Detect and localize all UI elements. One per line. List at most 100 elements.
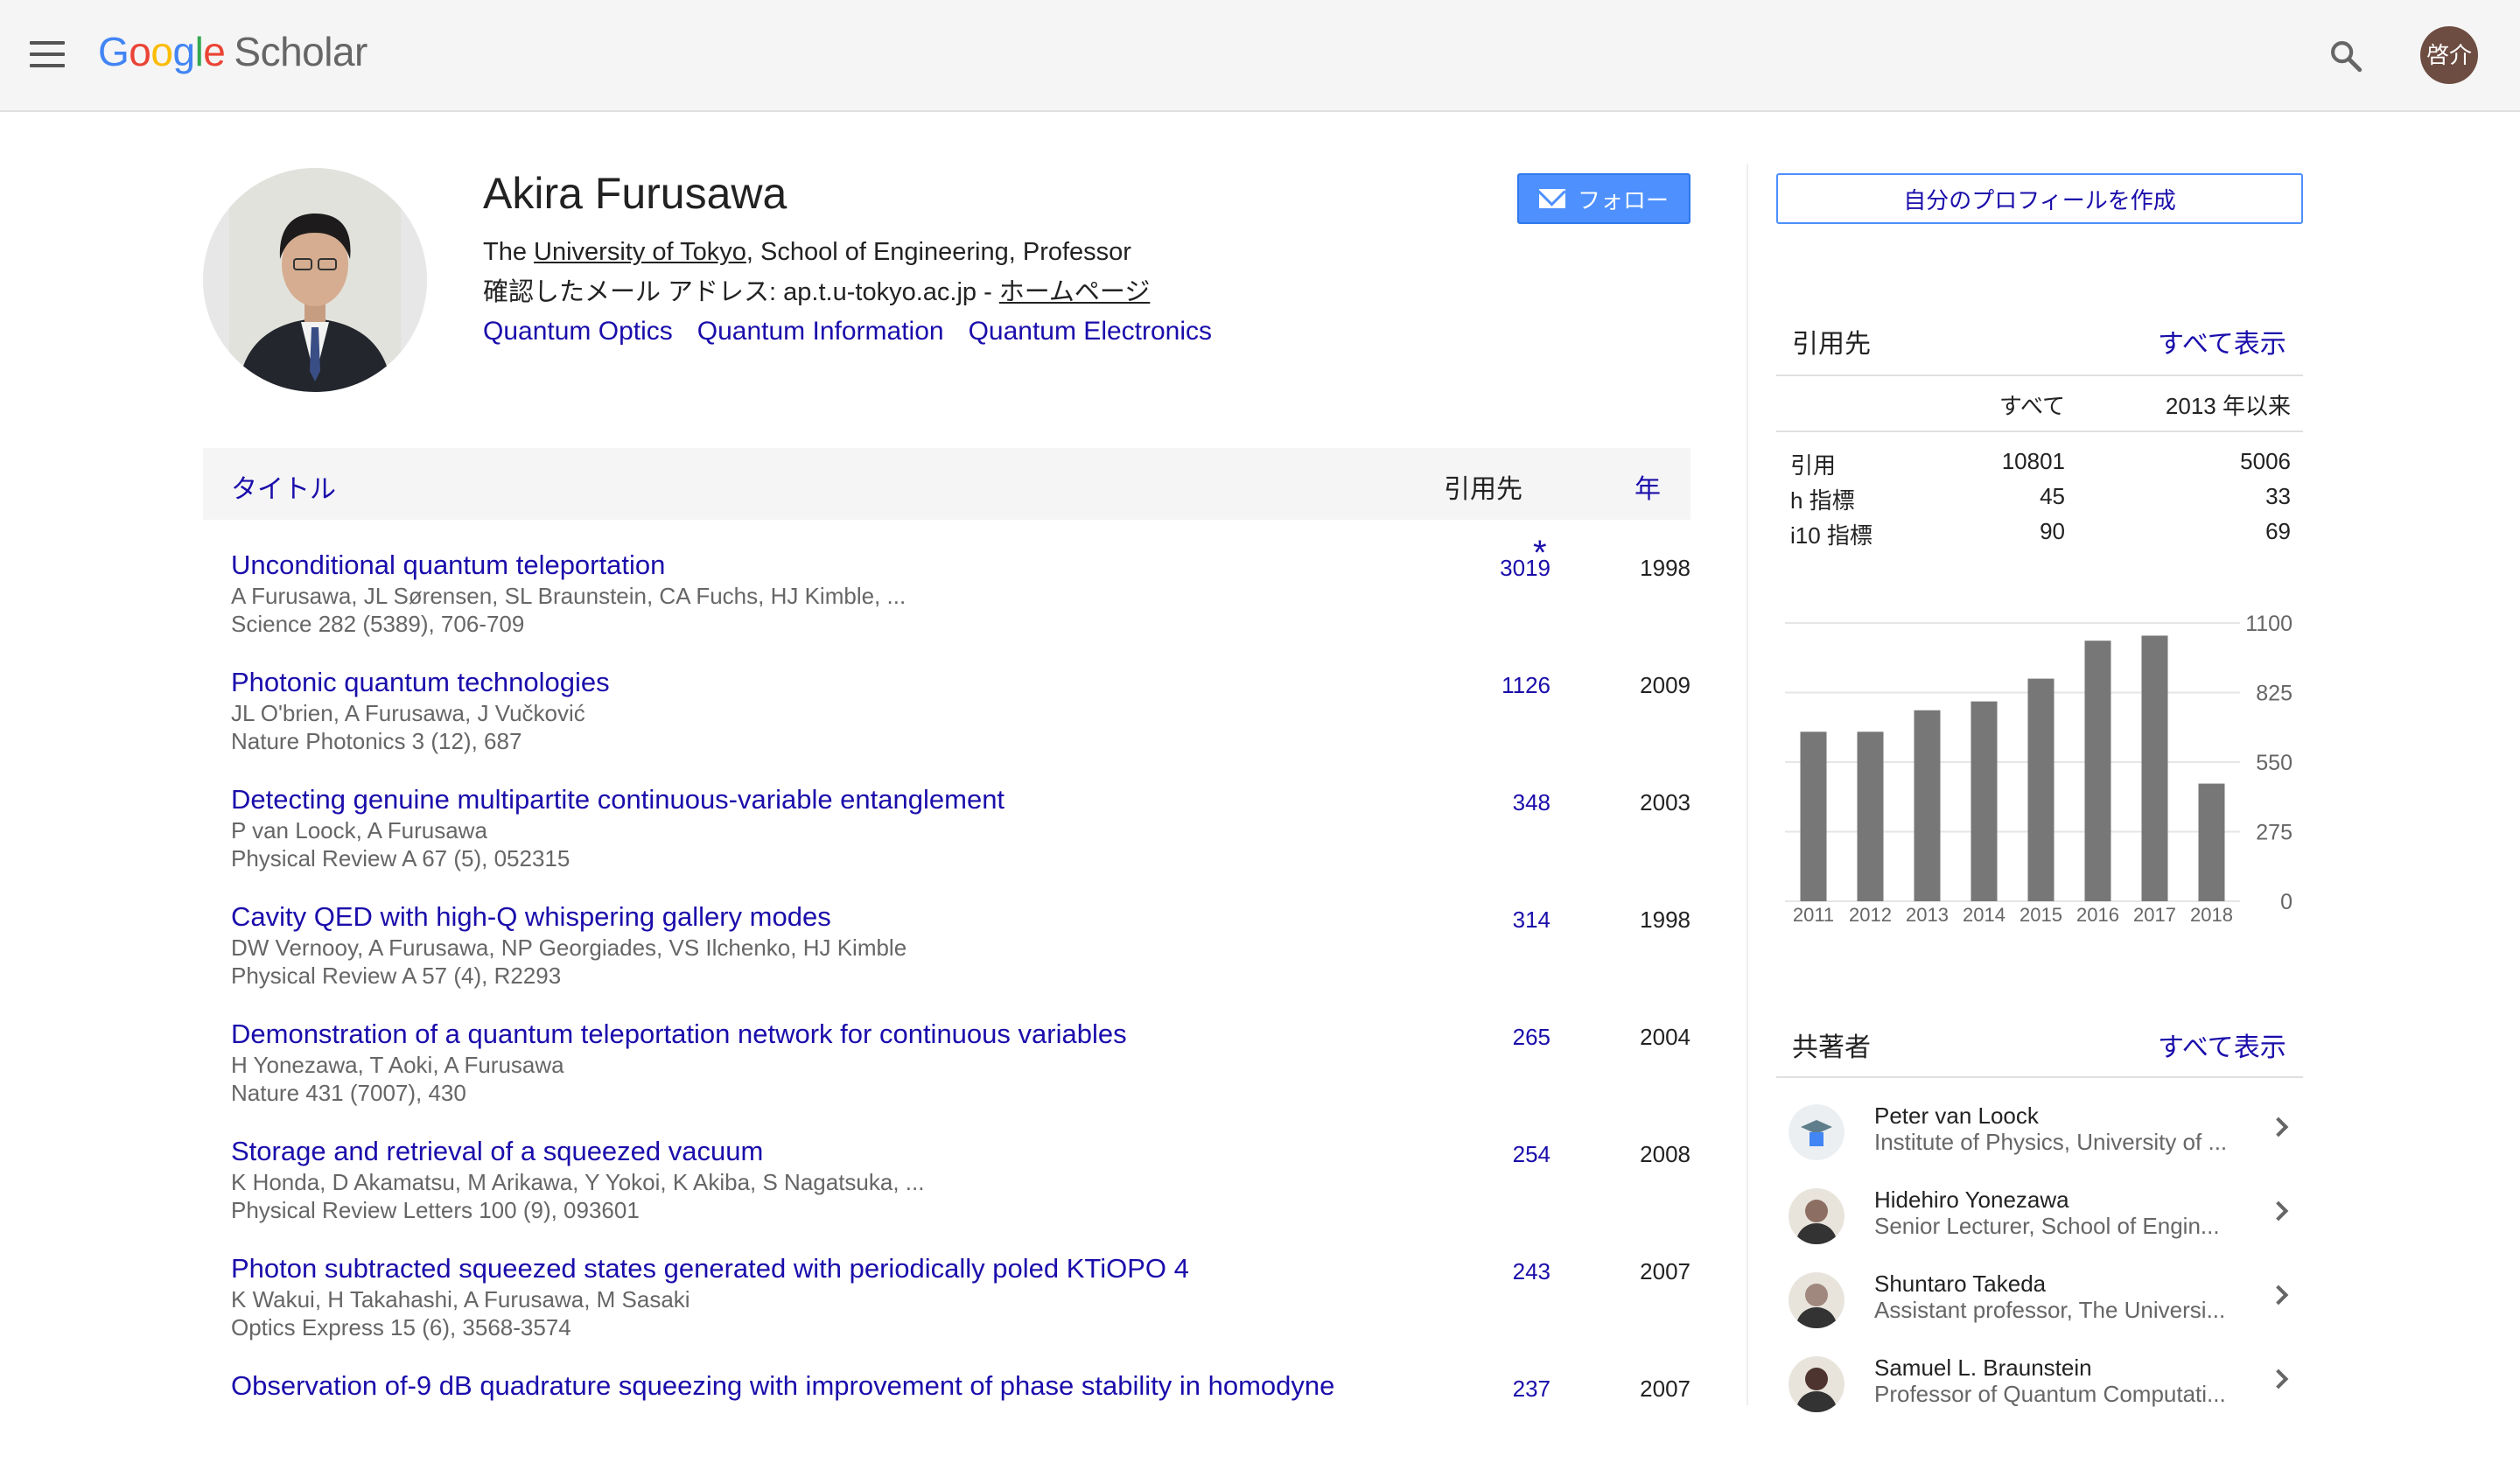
profile-affiliation: The University of Tokyo, School of Engin… bbox=[483, 238, 1131, 266]
publication-title-link[interactable]: Cavity QED with high-Q whispering galler… bbox=[231, 901, 831, 933]
publication-title-link[interactable]: Demonstration of a quantum teleportation… bbox=[231, 1018, 1127, 1050]
default-avatar-icon bbox=[1788, 1104, 1844, 1160]
chevron-right-icon bbox=[2268, 1284, 2289, 1306]
sort-by-title[interactable]: タイトル bbox=[231, 467, 336, 506]
publication-authors: K Honda, D Akamatsu, M Arikawa, Y Yokoi,… bbox=[231, 1169, 925, 1195]
metric-value-since: 5006 bbox=[2240, 448, 2291, 474]
x-tick-label: 2018 bbox=[2190, 904, 2233, 926]
publication-title-link[interactable]: Storage and retrieval of a squeezed vacu… bbox=[231, 1136, 763, 1167]
publication-venue: Nature Photonics 3 (12), 687 bbox=[231, 728, 522, 754]
table-row: Cavity QED with high-Q whispering galler… bbox=[203, 898, 1690, 1015]
coauthor-item[interactable]: Hidehiro Yonezawa Senior Lecturer, School… bbox=[1776, 1176, 2303, 1260]
chart-bar[interactable] bbox=[1914, 710, 1941, 901]
profile-email: 確認したメール アドレス: ap.t.u-tokyo.ac.jp - ホームペー… bbox=[483, 278, 1151, 306]
profile-photo bbox=[203, 168, 427, 392]
x-tick-label: 2017 bbox=[2133, 904, 2176, 926]
publication-venue: Nature 431 (7007), 430 bbox=[231, 1080, 466, 1106]
create-profile-button[interactable]: 自分のプロフィールを作成 bbox=[1776, 173, 2303, 224]
publication-venue: Science 282 (5389), 706-709 bbox=[231, 611, 525, 637]
interest-link[interactable]: Quantum Information bbox=[697, 317, 944, 346]
coauthor-item[interactable]: Samuel L. Braunstein Professor of Quantum… bbox=[1776, 1344, 2303, 1428]
publication-title-link[interactable]: Unconditional quantum teleportation bbox=[231, 550, 665, 581]
table-row: Detecting genuine multipartite continuou… bbox=[203, 780, 1690, 898]
cited-by-header: 引用先 bbox=[1444, 475, 1522, 504]
metric-label: 引用 bbox=[1790, 452, 1837, 479]
publication-venue: Physical Review Letters 100 (9), 093601 bbox=[231, 1197, 640, 1223]
col-header-since: 2013 年以来 bbox=[2165, 393, 2291, 419]
divider bbox=[1776, 1076, 2303, 1078]
publication-title-link[interactable]: Observation of-9 dB quadrature squeezing… bbox=[231, 1370, 1334, 1402]
interest-link[interactable]: Quantum Optics bbox=[483, 317, 673, 346]
menu-icon[interactable] bbox=[30, 41, 65, 67]
y-tick-label: 1100 bbox=[2245, 612, 2292, 636]
coauthor-item[interactable]: Peter van Loock Institute of Physics, Uni… bbox=[1776, 1092, 2303, 1176]
chart-bar[interactable] bbox=[1857, 732, 1884, 901]
y-tick-label: 825 bbox=[2256, 682, 2292, 706]
publication-authors: A Furusawa, JL Sørensen, SL Braunstein, … bbox=[231, 583, 906, 609]
table-row: Storage and retrieval of a squeezed vacu… bbox=[203, 1132, 1690, 1250]
metric-value-since: 33 bbox=[2265, 483, 2291, 509]
publication-title-link[interactable]: Photon subtracted squeezed states genera… bbox=[231, 1253, 1189, 1284]
x-tick-label: 2011 bbox=[1793, 904, 1834, 926]
sort-by-year[interactable]: 年 bbox=[1634, 467, 1661, 506]
research-interests: Quantum Optics Quantum Information Quantum… bbox=[483, 317, 1236, 346]
homepage-link[interactable]: ホームページ bbox=[999, 278, 1151, 306]
publication-title-link[interactable]: Photonic quantum technologies bbox=[231, 667, 610, 698]
chart-bar[interactable] bbox=[1800, 732, 1827, 901]
coauthor-photo bbox=[1788, 1272, 1844, 1328]
cited-by-count-link[interactable]: 243 bbox=[1446, 1258, 1550, 1285]
cited-by-title: 引用先 bbox=[1792, 330, 1871, 359]
affiliation-link[interactable]: University of Tokyo bbox=[534, 238, 746, 266]
coauthor-item[interactable]: Shuntaro Takeda Assistant professor, The … bbox=[1776, 1260, 2303, 1344]
publication-title-link[interactable]: Detecting genuine multipartite continuou… bbox=[231, 784, 1004, 816]
chart-bar[interactable] bbox=[2084, 640, 2111, 901]
coauthor-photo bbox=[1788, 1188, 1844, 1244]
search-icon[interactable] bbox=[2328, 38, 2364, 74]
coauthors-show-all[interactable]: すべて表示 bbox=[2158, 1026, 2286, 1064]
google-scholar-logo[interactable]: Google Scholar bbox=[98, 28, 368, 75]
divider bbox=[1776, 374, 2303, 376]
chart-bar[interactable] bbox=[2198, 783, 2225, 901]
coauthor-name: Hidehiro Yonezawa bbox=[1874, 1186, 2069, 1213]
metric-value-all: 45 bbox=[2040, 483, 2065, 509]
table-row: Photon subtracted squeezed states genera… bbox=[203, 1250, 1690, 1367]
y-tick-label: 275 bbox=[2256, 821, 2292, 845]
publication-year: 2003 bbox=[1640, 789, 1690, 816]
publication-year: 1998 bbox=[1640, 555, 1690, 581]
interest-link[interactable]: Quantum Electronics bbox=[969, 317, 1212, 346]
metric-value-all: 10801 bbox=[2001, 448, 2065, 474]
y-tick-label: 550 bbox=[2256, 751, 2292, 775]
merged-citations-marker[interactable]: * bbox=[1533, 534, 1547, 573]
chevron-right-icon bbox=[2268, 1368, 2289, 1390]
cited-by-show-all[interactable]: すべて表示 bbox=[2158, 322, 2286, 360]
follow-button[interactable]: フォロー bbox=[1517, 173, 1690, 224]
cited-by-count-link[interactable]: 237 bbox=[1446, 1376, 1550, 1403]
publication-venue: Physical Review A 57 (4), R2293 bbox=[231, 962, 562, 989]
x-tick-label: 2013 bbox=[1906, 904, 1949, 926]
chart-bar[interactable] bbox=[2141, 635, 2168, 901]
cited-by-count-link[interactable]: 348 bbox=[1446, 789, 1550, 816]
publications-list: Unconditional quantum teleportation A Fur… bbox=[203, 534, 1690, 1484]
metric-label: h 指標 bbox=[1790, 487, 1855, 514]
cited-by-count-link[interactable]: 1126 bbox=[1446, 672, 1550, 699]
top-bar: Google Scholar 啓介 bbox=[0, 0, 2520, 112]
account-avatar[interactable]: 啓介 bbox=[2420, 26, 2478, 84]
cited-by-count-link[interactable]: 265 bbox=[1446, 1024, 1550, 1051]
coauthor-affiliation: Institute of Physics, University of ... bbox=[1874, 1129, 2228, 1155]
publication-year: 2007 bbox=[1640, 1258, 1690, 1284]
chart-bar[interactable] bbox=[2027, 678, 2054, 901]
table-row: Photonic quantum technologies JL O'brien,… bbox=[203, 663, 1690, 780]
coauthor-affiliation: Professor of Quantum Computati... bbox=[1874, 1381, 2226, 1407]
chart-bar[interactable] bbox=[1970, 701, 1998, 901]
publication-venue: Optics Express 15 (6), 3568-3574 bbox=[231, 1314, 571, 1340]
metric-label: i10 指標 bbox=[1790, 522, 1872, 549]
coauthor-affiliation: Senior Lecturer, School of Engin... bbox=[1874, 1213, 2220, 1239]
cited-by-count-link[interactable]: 254 bbox=[1446, 1141, 1550, 1168]
publication-authors: P van Loock, A Furusawa bbox=[231, 817, 487, 844]
x-tick-label: 2015 bbox=[2020, 904, 2062, 926]
cited-by-count-link[interactable]: 314 bbox=[1446, 906, 1550, 934]
publication-venue: Physical Review A 67 (5), 052315 bbox=[231, 845, 570, 872]
publication-year: 1998 bbox=[1640, 906, 1690, 933]
coauthor-name: Samuel L. Braunstein bbox=[1874, 1354, 2092, 1381]
coauthor-affiliation: Assistant professor, The Universi... bbox=[1874, 1297, 2226, 1323]
